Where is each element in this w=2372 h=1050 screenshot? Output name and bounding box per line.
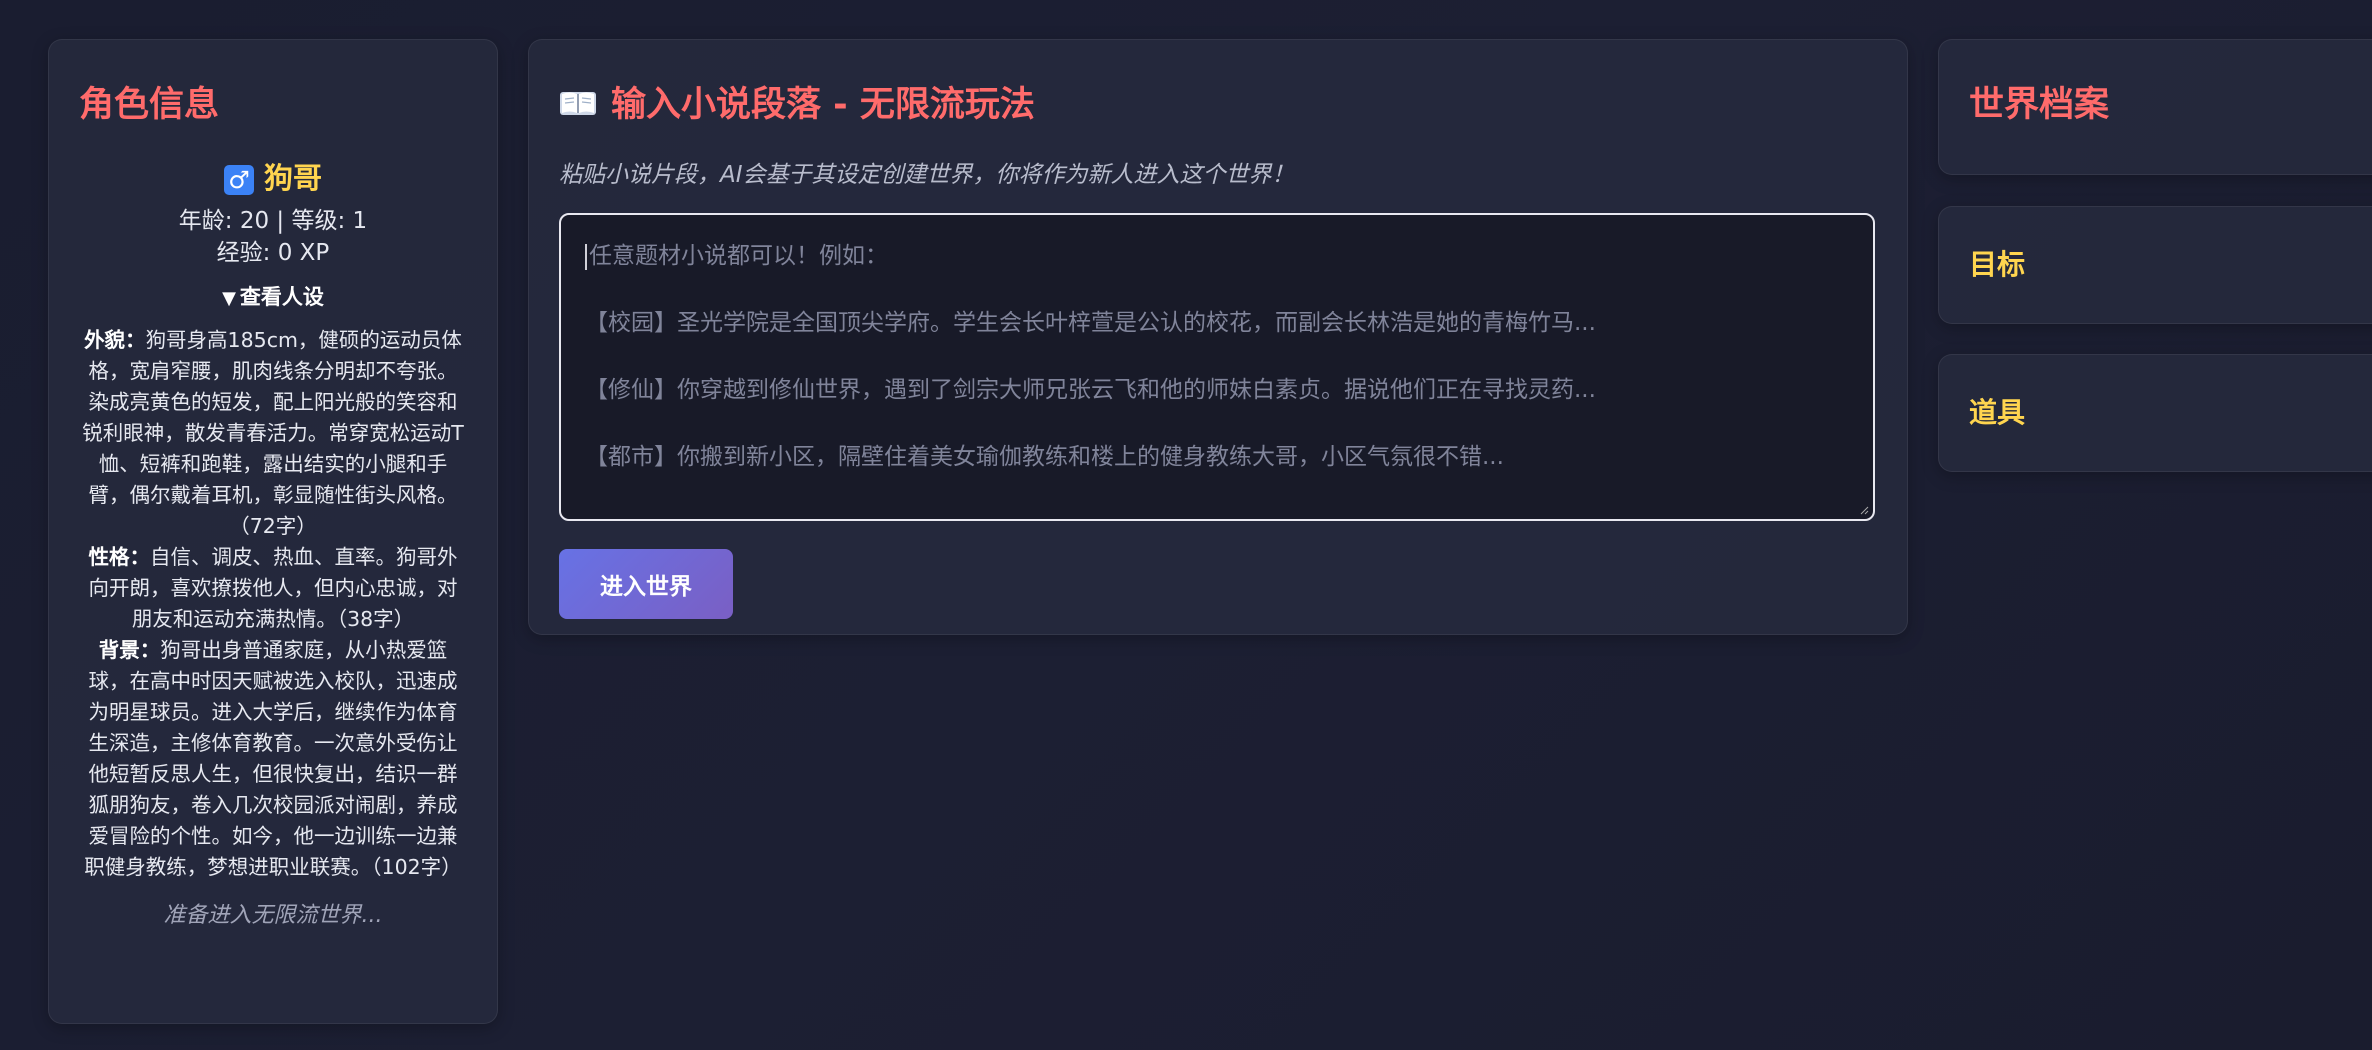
appearance-label: 外貌： <box>84 328 146 352</box>
profile-toggle[interactable]: ▼ 查看人设 <box>79 281 467 311</box>
input-panel: 输入小说段落 - 无限流玩法 粘贴小说片段，AI会基于其设定创建世界，你将作为新… <box>528 39 1908 635</box>
placeholder-line: 任意题材小说都可以！例如： <box>585 239 1849 273</box>
placeholder-line: 【校园】圣光学院是全国顶尖学府。学生会长叶梓萱是公认的校花，而副会长林浩是她的青… <box>585 310 1596 336</box>
input-panel-title: 输入小说段落 - 无限流玩法 <box>611 85 1035 125</box>
character-name: 狗哥 <box>263 161 322 195</box>
personality-label: 性格： <box>88 545 151 569</box>
items-panel: 道具 <box>1938 354 2372 472</box>
novel-textarea[interactable]: 任意题材小说都可以！例如： 【校园】圣光学院是全国顶尖学府。学生会长叶梓萱是公认… <box>559 213 1875 521</box>
world-archive-panel: 世界档案 <box>1938 39 2372 175</box>
character-stats: 年龄: 20 | 等级: 1 <box>178 208 368 234</box>
character-panel: 角色信息 ♂ 狗哥 年龄: 20 | 等级: 1 经验: 0 XP ▼ 查看人设 外… <box>48 39 498 1024</box>
appearance-text: 狗哥身高185cm，健硕的运动员体格，宽肩窄腰，肌肉线条分明却不夸张。染成亮黄色… <box>82 328 464 538</box>
goals-panel: 目标 <box>1938 206 2372 324</box>
male-icon: ♂ <box>223 165 254 195</box>
enter-world-button[interactable]: 进入世界 <box>559 549 733 619</box>
status-text: 准备进入无限流世界... <box>163 903 383 928</box>
character-panel-title: 角色信息 <box>79 85 220 125</box>
input-panel-subtitle: 粘贴小说片段，AI会基于其设定创建世界，你将作为新人进入这个世界！ <box>559 162 1295 188</box>
character-xp: 经验: 0 XP <box>216 240 330 266</box>
triangle-down-icon: ▼ <box>222 288 236 309</box>
background-text: 狗哥出身普通家庭，从小热爱篮球，在高中时因天赋被选入校队，迅速成为明星球员。进入… <box>84 638 462 879</box>
input-panel-title-row: 输入小说段落 - 无限流玩法 <box>559 76 1877 127</box>
character-profile: 外貌：狗哥身高185cm，健硕的运动员体格，宽肩窄腰，肌肉线条分明却不夸张。染成… <box>79 325 467 883</box>
background-label: 背景： <box>98 638 161 662</box>
character-name-row: ♂ 狗哥 <box>79 155 467 197</box>
resize-grip-icon[interactable] <box>1859 505 1869 515</box>
world-archive-title: 世界档案 <box>1969 85 2110 125</box>
placeholder-line: 【修仙】你穿越到修仙世界，遇到了剑宗大师兄张云飞和他的师妹白素贞。据说他们正在寻… <box>585 377 1596 403</box>
profile-toggle-label: 查看人设 <box>239 285 324 309</box>
placeholder-line: 【都市】你搬到新小区，隔壁住着美女瑜伽教练和楼上的健身教练大哥，小区气氛很不错.… <box>585 444 1504 470</box>
goals-title: 目标 <box>1969 248 2026 281</box>
open-book-icon <box>560 92 596 115</box>
text-caret <box>585 243 587 270</box>
items-title: 道具 <box>1969 396 2026 429</box>
